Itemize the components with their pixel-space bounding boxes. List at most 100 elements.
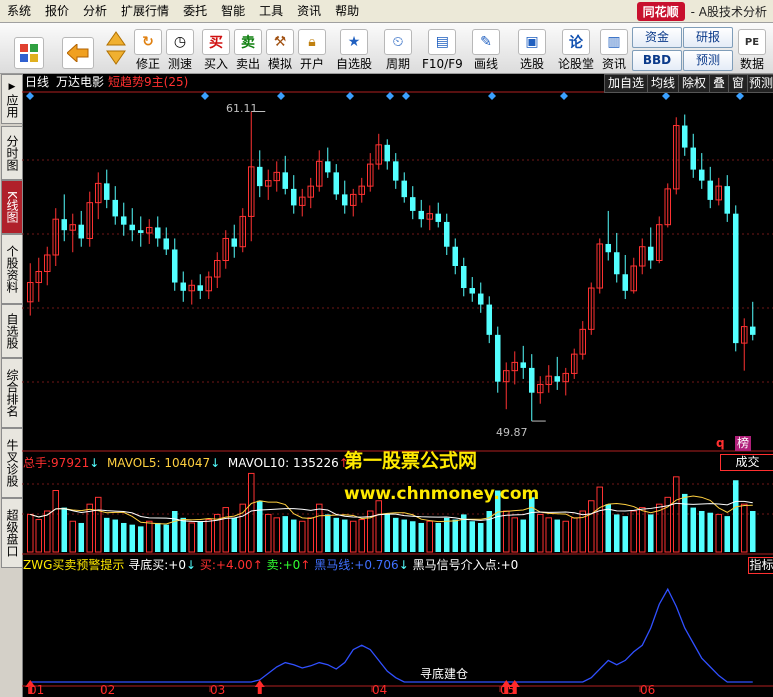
open-account-button[interactable]: 🔒︎ 开户 — [298, 25, 326, 71]
volume-bar — [315, 503, 323, 553]
volume-bar — [120, 522, 127, 552]
draw-line-label: 画线 — [473, 57, 498, 71]
bbd-button[interactable]: BBD — [632, 50, 682, 71]
volume-bar — [536, 513, 544, 553]
total-volume-label: 总手: — [23, 456, 52, 470]
volume-bar — [596, 486, 604, 553]
speed-test-button[interactable]: ◷ 测速 — [166, 25, 194, 71]
kline-chart-area[interactable] — [22, 74, 773, 697]
indicator-name[interactable]: 短趋势9主(25) — [108, 75, 188, 90]
volume-bar — [486, 511, 493, 552]
volume-bar — [613, 514, 620, 552]
candle-body — [112, 199, 119, 217]
news-button[interactable]: ▥ 资讯 — [600, 25, 628, 71]
up-arrow-icon: ↑ — [252, 558, 263, 572]
ex-rights-button[interactable]: 除权 — [678, 74, 710, 93]
ma-button[interactable]: 均线 — [647, 74, 679, 93]
research-button[interactable]: 研报 — [683, 27, 733, 48]
volume-bar — [418, 522, 425, 552]
volume-bar — [715, 513, 723, 553]
volume-header: 总手:97921↓ MAVOL5: 104047↓ MAVOL10: 13522… — [23, 456, 349, 471]
sidebar-tab-ranking[interactable]: 综合排名 — [1, 358, 23, 428]
candle-body — [443, 221, 450, 247]
sell-button[interactable]: 卖 卖出 — [234, 25, 262, 71]
volume-bar — [26, 513, 34, 553]
candle-body — [605, 243, 612, 253]
menu-system[interactable]: 系统 — [0, 0, 38, 22]
indicator-header: ZWG买卖预警提示 寻底买:+0↓ 买:+4.00↑ 卖:+0↑ 黑马线:+0.… — [23, 558, 518, 573]
q-marker[interactable]: q — [716, 436, 725, 451]
menu-trade[interactable]: 委托 — [176, 0, 214, 22]
sidebar-tab-diagnosis[interactable]: 牛叉诊股 — [1, 428, 23, 498]
correct-button[interactable]: ↻ 修正 — [134, 25, 162, 71]
candle-body — [732, 213, 739, 344]
sidebar-tab-apps[interactable]: ▶ 应用 — [1, 74, 23, 124]
pe-icon: PE — [738, 29, 766, 55]
candle-body — [528, 367, 535, 393]
candle-body — [554, 376, 561, 382]
home-tool[interactable] — [14, 25, 44, 71]
forum-button[interactable]: 论 论股堂 — [558, 25, 594, 71]
back-tool[interactable] — [62, 25, 94, 71]
volume-panel-tab[interactable]: 成交 — [720, 454, 773, 471]
sidebar-tab-super-panel[interactable]: 超级盘口 — [1, 498, 23, 568]
low-price-label: 49.87 — [496, 426, 528, 439]
menu-quote[interactable]: 报价 — [38, 0, 76, 22]
buy-label: 买入 — [203, 57, 228, 71]
volume-bar — [520, 519, 527, 552]
sidebar-tab-kline[interactable]: K线图 — [1, 180, 23, 234]
up-down-arrows-icon — [106, 31, 126, 65]
kline-svg[interactable] — [22, 74, 773, 697]
funds-button[interactable]: 资金 — [632, 27, 682, 48]
add-favorite-button[interactable]: 加自选 — [604, 74, 648, 93]
window-button[interactable]: 窗 — [728, 74, 748, 93]
forecast-right-button[interactable]: 预测 — [747, 74, 773, 93]
volume-bar — [401, 519, 408, 552]
volume-bar — [205, 519, 213, 553]
up-arrow-icon: ↑ — [300, 558, 311, 572]
menu-tools[interactable]: 工具 — [252, 0, 290, 22]
candle-body — [163, 238, 170, 250]
period-button[interactable]: ⏲ 周期 — [384, 25, 412, 71]
volume-bar — [349, 520, 357, 553]
candle-body — [707, 180, 714, 200]
volume-bar — [154, 522, 161, 552]
rank-marker[interactable]: 榜 — [735, 436, 752, 451]
favorites-label: 自选股 — [336, 57, 373, 71]
candle-body — [129, 224, 136, 231]
candle-body — [494, 334, 501, 382]
signal-diamond — [26, 92, 34, 100]
volume-bar — [273, 517, 281, 553]
app-title: - A股技术分析 — [690, 4, 767, 19]
favorites-button[interactable]: ★ 自选股 — [336, 25, 372, 71]
buy-button[interactable]: 买 买入 — [202, 25, 230, 71]
stock-picker-button[interactable]: ▣ 选股 — [518, 25, 546, 71]
draw-line-button[interactable]: ✎ 画线 — [472, 25, 500, 71]
candle-body — [384, 144, 391, 162]
menu-extended[interactable]: 扩展行情 — [114, 0, 176, 22]
back-arrow-icon — [62, 37, 94, 69]
monitor-icon: ▣ — [518, 29, 546, 55]
volume-bar — [707, 512, 714, 552]
menu-analysis[interactable]: 分析 — [76, 0, 114, 22]
menu-help[interactable]: 帮助 — [328, 0, 366, 22]
candle-body — [690, 147, 697, 170]
period-label[interactable]: 日线 — [25, 75, 49, 90]
volume-bar — [52, 490, 60, 553]
sidebar-tab-intraday[interactable]: 分时图 — [1, 126, 23, 180]
volume-bar — [554, 519, 561, 552]
sidebar-tab-stock-info[interactable]: 个股资料 — [1, 234, 23, 304]
menu-smart[interactable]: 智能 — [214, 0, 252, 22]
up-down-tool[interactable] — [106, 25, 126, 71]
candle-body — [647, 246, 654, 261]
simulate-button[interactable]: ⚒ 模拟 — [266, 25, 294, 71]
menu-news[interactable]: 资讯 — [290, 0, 328, 22]
overlay-button[interactable]: 叠 — [709, 74, 729, 93]
f10-button[interactable]: ▤ F10/F9 — [422, 25, 463, 71]
forecast-button[interactable]: 预测 — [683, 50, 733, 71]
sidebar-tab-label: K线图 — [5, 191, 19, 223]
x-label: 06 — [640, 683, 656, 697]
sidebar-tab-watchlist[interactable]: 自选股 — [1, 304, 23, 358]
indicator-panel-tab[interactable]: 指标 — [748, 557, 773, 574]
data-button[interactable]: PE 数据 — [738, 25, 766, 71]
